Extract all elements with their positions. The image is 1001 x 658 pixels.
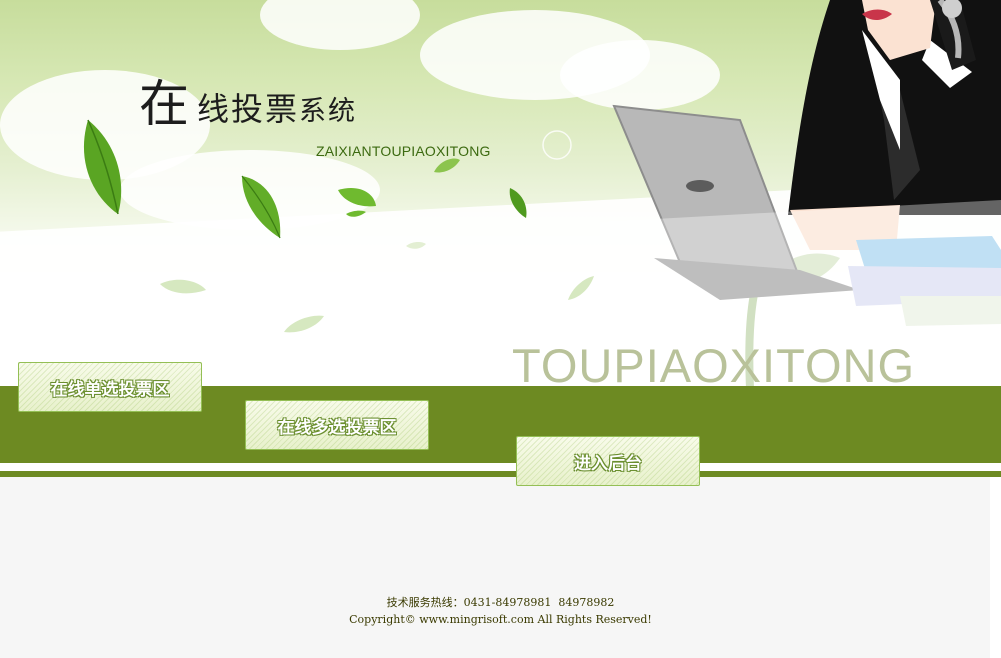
content-area [0, 477, 990, 658]
bubble-decoration [542, 130, 572, 160]
woman-with-laptop-illustration [600, 0, 1001, 388]
leaf-icon [509, 188, 527, 218]
footer-hotline: 技术服务热线：0431-84978981 84978982 [386, 596, 615, 609]
page-title-part: 线投票 [197, 90, 300, 128]
leaf-icon [406, 241, 426, 249]
divider-stripe [0, 463, 1001, 471]
multi-vote-button[interactable]: 在线多选投票区 [245, 400, 429, 450]
page-title: 线投票系统 [197, 93, 357, 125]
header-banner: 在 线投票系统 ZAIXIANTOUPIAOXITONG TOUPIAOXITO… [0, 0, 1001, 388]
leaf-icon [83, 119, 122, 215]
leaf-icon [338, 187, 376, 217]
leaf-icon [284, 315, 324, 333]
page-subtitle-pinyin: ZAIXIANTOUPIAOXITONG [316, 143, 491, 159]
page-title-first-char: 在 [139, 75, 189, 133]
single-vote-label: 在线单选投票区 [50, 379, 170, 400]
leaf-icon [568, 276, 594, 300]
leaf-icon [434, 158, 460, 173]
multi-vote-label: 在线多选投票区 [277, 417, 397, 438]
leaf-icon [160, 279, 206, 294]
footer-copyright: Copyright© www.mingrisoft.com All Rights… [349, 613, 652, 626]
admin-entry-button[interactable]: 进入后台 [516, 436, 700, 486]
single-vote-button[interactable]: 在线单选投票区 [18, 362, 202, 412]
page-title-part: 系统 [299, 96, 358, 127]
leaf-icon [241, 175, 281, 239]
watermark-text: TOUPIAOXITONG [512, 339, 915, 388]
cloud-decoration [260, 0, 420, 50]
page-edge [990, 477, 1001, 658]
admin-entry-label: 进入后台 [574, 453, 642, 474]
